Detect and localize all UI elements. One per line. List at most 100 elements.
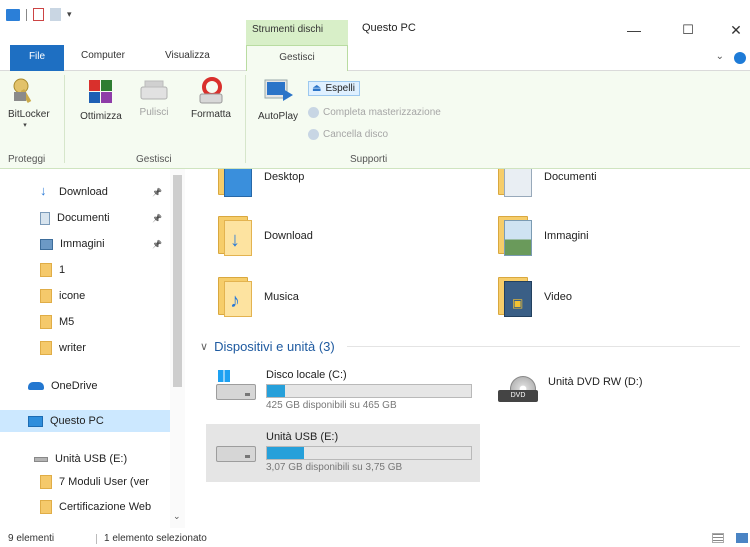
drive-free-space: 3,07 GB disponibili su 3,75 GB [266,462,403,473]
nav-item-folder-1[interactable]: 1 [0,259,172,281]
nav-item-label: Certificazione Web [59,501,152,513]
pin-icon[interactable]: 📌 [152,240,162,249]
details-view-icon[interactable] [712,533,724,543]
nav-item-writer[interactable]: writer [0,337,172,359]
tab-visualizza[interactable]: Visualizza [165,50,210,61]
folder-tile-label: Video [544,291,572,303]
context-tab-header: Strumenti dischi [246,20,348,46]
folder-tile-label: Download [264,230,313,242]
folder-tile-immagini[interactable]: Immagini [498,216,589,256]
group-separator [470,75,471,163]
folder-icon [40,289,52,303]
bitlocker-button[interactable]: BitLocker ▾ [8,77,50,129]
video-folder-icon: ▣ [498,277,532,317]
nav-item-questo-pc[interactable]: Questo PC [0,410,172,432]
autoplay-button[interactable]: AutoPlay [253,77,303,122]
toolbar-separator [26,8,27,21]
quick-access-toolbar: ▾ [6,8,72,21]
group-label-supporti: Supporti [350,154,388,165]
folder-tile-label: Documenti [544,171,597,183]
large-icons-view-icon[interactable] [736,533,748,543]
folder-tile-musica[interactable]: ♪ Musica [218,277,299,317]
devices-section-header[interactable]: ∨ Dispositivi e unità (3) [200,339,740,354]
drive-name: Unità USB (E:) [266,431,339,443]
desktop-folder-icon [218,169,252,197]
computer-icon[interactable] [6,8,20,21]
formatta-button[interactable]: Formatta [184,77,238,120]
erase-disc-icon [308,129,319,140]
help-icon[interactable] [734,52,746,64]
ottimizza-button[interactable]: Ottimizza [78,77,124,122]
properties-icon[interactable] [33,8,44,21]
nav-item-label: Immagini [60,238,105,250]
ribbon-tabs: File Computer Visualizza Gestisci ⌄ [0,45,750,72]
ottimizza-label: Ottimizza [80,111,122,122]
folder-icon [40,500,52,514]
nav-item-7-moduli[interactable]: 7 Moduli User (ver [0,471,172,493]
folder-icon [40,263,52,277]
burn-disc-icon [308,107,319,118]
nav-item-label: Questo PC [50,415,104,427]
item-count: 9 elementi [8,533,55,544]
completa-label: Completa masterizzazione [323,107,441,118]
nav-item-download[interactable]: ↓ Download 📌 [0,181,172,203]
espelli-button[interactable]: ⏏ Espelli [308,81,360,96]
cancella-disco-button[interactable]: Cancella disco [308,129,388,140]
completa-masterizzazione-button[interactable]: Completa masterizzazione [308,107,441,118]
folder-tile-documenti[interactable]: Documenti [498,169,597,197]
customize-toolbar-dropdown[interactable]: ▾ [67,9,72,20]
content-pane: Desktop Documenti ↓ Download Immagini ♪ … [188,169,750,528]
onedrive-cloud-icon [28,382,44,390]
folder-icon [40,341,52,355]
folder-tile-download[interactable]: ↓ Download [218,216,313,256]
drive-tile-usb[interactable]: Unità USB (E:) 3,07 GB disponibili su 3,… [206,424,480,482]
chevron-down-icon: ∨ [200,341,209,353]
close-button[interactable]: ✕ [716,22,750,39]
windows-logo-icon [218,370,230,382]
nav-item-icone[interactable]: icone [0,285,172,307]
usb-drive-icon [34,456,48,462]
tab-gestisci[interactable]: Gestisci [246,45,348,72]
scrollbar-thumb[interactable] [173,175,182,387]
pictures-icon [40,238,53,250]
title-bar: ▾ Strumenti dischi Questo PC — ☐ ✕ [0,0,750,46]
scroll-down-arrow-icon[interactable]: ⌄ [173,511,181,522]
download-folder-icon: ↓ [218,216,252,256]
folder-tile-desktop[interactable]: Desktop [218,169,304,197]
local-disk-icon [216,370,256,402]
nav-item-onedrive[interactable]: OneDrive [0,375,172,397]
dvd-badge: DVD [498,390,538,402]
key-icon [13,78,32,104]
selection-count: 1 elemento selezionato [104,533,207,544]
drive-tile-dvd[interactable]: DVD Unità DVD RW (D:) [488,362,728,420]
pin-icon[interactable]: 📌 [152,188,162,197]
maximize-button[interactable]: ☐ [668,22,708,38]
tab-file[interactable]: File [10,45,64,71]
drive-usage-bar [266,384,472,398]
nav-item-usb-drive[interactable]: Unità USB (E:) [0,448,172,470]
nav-item-immagini[interactable]: Immagini 📌 [0,233,172,255]
drive-usage-fill [267,385,285,397]
nav-scrollbar[interactable]: ⌄ [170,169,185,528]
minimize-button[interactable]: — [614,22,654,38]
nav-item-m5[interactable]: M5 [0,311,172,333]
folder-tile-label: Musica [264,291,299,303]
pin-icon[interactable]: 📌 [152,214,162,223]
new-folder-icon[interactable] [50,8,61,21]
pulisci-button[interactable]: Pulisci [134,77,174,118]
nav-item-label: icone [59,290,86,302]
folder-tile-label: Desktop [264,171,305,183]
status-separator [96,534,97,544]
pulisci-label: Pulisci [139,107,169,118]
expand-ribbon-button[interactable]: ⌄ [716,51,724,62]
nav-item-certificazione[interactable]: Certificazione Web [0,496,172,518]
folder-tile-video[interactable]: ▣ Video [498,277,572,317]
navigation-pane: ↓ Download 📌 Documenti 📌 Immagini 📌 1 ic… [0,169,188,528]
tab-computer[interactable]: Computer [81,50,125,61]
drive-tile-c[interactable]: Disco locale (C:) 425 GB disponibili su … [206,362,478,420]
document-icon [40,211,50,225]
dvd-drive-icon: DVD [498,376,538,402]
drive-usage-fill [267,447,304,459]
folder-icon [40,475,52,489]
nav-item-documenti[interactable]: Documenti 📌 [0,207,172,229]
